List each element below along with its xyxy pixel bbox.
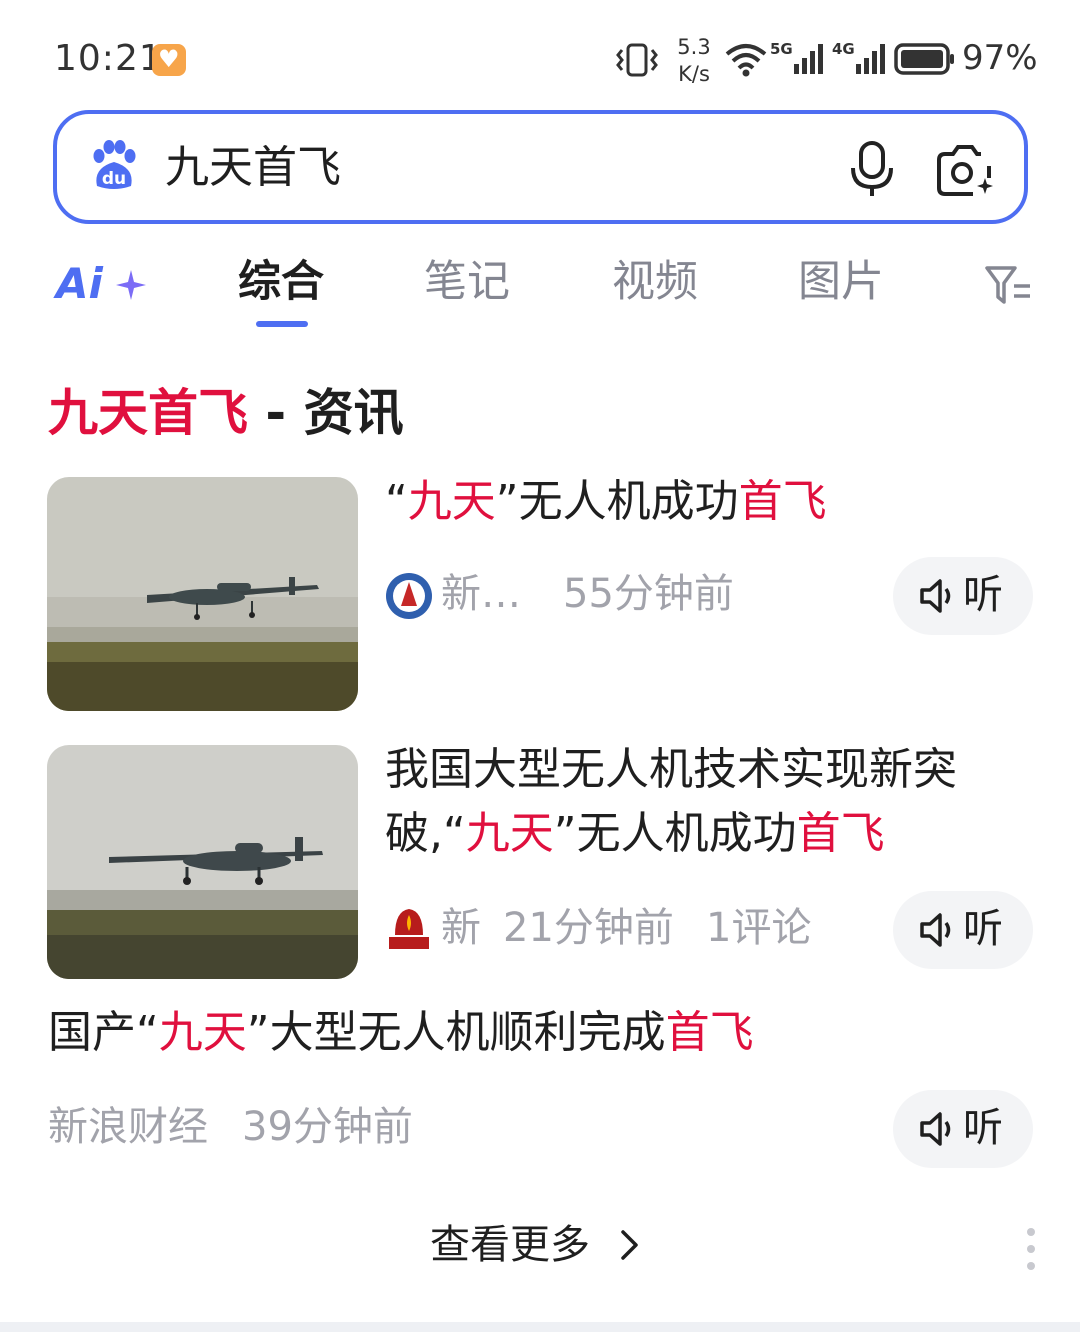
news-title[interactable]: 我国大型无人机技术实现新突 破,“九天”无人机成功首飞 (385, 738, 957, 866)
news-time: 39分钟前 (242, 1104, 413, 1150)
battery-icon (894, 43, 954, 75)
listen-label: 听 (963, 572, 1003, 618)
tab-notes[interactable]: 笔记 (424, 254, 510, 310)
tab-images[interactable]: 图片 (798, 254, 884, 310)
news-comment-count[interactable]: 1评论 (706, 903, 811, 953)
signal-5g-icon: 5G (770, 40, 826, 76)
camera-search-icon[interactable] (933, 142, 997, 198)
news-source: 新浪财经 (48, 1104, 208, 1150)
news-thumbnail[interactable] (47, 745, 358, 979)
tab-comprehensive[interactable]: 综合 (238, 254, 324, 310)
app-notification-icon (152, 44, 186, 76)
listen-label: 听 (963, 1105, 1003, 1151)
news-source: 新… (441, 571, 521, 617)
tab-videos[interactable]: 视频 (612, 254, 698, 310)
search-input[interactable]: 九天首飞 (165, 140, 341, 196)
section-title-suffix: - 资讯 (248, 384, 404, 442)
ai-tab-label: Ai (56, 259, 103, 308)
listen-button[interactable]: 听 (893, 557, 1033, 635)
status-time: 10:21 (54, 38, 163, 79)
speaker-icon (920, 579, 951, 613)
signal-4g-icon: 4G (832, 40, 888, 76)
search-tabs: Ai 综合 笔记 视频 图片 (0, 250, 1080, 330)
listen-label: 听 (963, 906, 1003, 952)
news-thumbnail[interactable] (47, 477, 358, 711)
news-source: 新 (441, 905, 481, 951)
network-speed: 5.3 K/s (677, 35, 711, 86)
chevron-right-icon[interactable] (618, 1226, 642, 1264)
listen-button[interactable]: 听 (893, 1090, 1033, 1168)
baidu-logo-text: du (102, 169, 126, 189)
listen-button[interactable]: 听 (893, 891, 1033, 969)
active-tab-indicator (256, 321, 308, 327)
see-more-link[interactable]: 查看更多 (430, 1218, 590, 1272)
section-title-keyword: 九天首飞 (48, 384, 248, 442)
vibrate-icon (616, 43, 658, 77)
news-time: 55分钟前 (563, 571, 734, 617)
bottom-divider (0, 1322, 1080, 1332)
battery-percent: 97% (962, 38, 1038, 78)
search-box[interactable]: du 九天首飞 (53, 110, 1028, 224)
speaker-icon (920, 913, 951, 947)
speaker-icon (920, 1112, 951, 1146)
source-logo (385, 572, 433, 620)
baidu-paw-logo: du (93, 140, 136, 189)
wifi-icon (725, 44, 767, 77)
more-options-icon[interactable] (1024, 1226, 1038, 1272)
sparkle-icon (116, 270, 146, 300)
news-section-title[interactable]: 九天首飞 - 资讯 (48, 382, 404, 444)
news-title[interactable]: 国产“九天”大型无人机顺利完成首飞 (48, 1001, 754, 1065)
filter-icon[interactable] (984, 264, 1032, 306)
status-bar: 10:21 5.3 K/s 5G 4G (0, 0, 1080, 100)
microphone-icon[interactable] (849, 140, 895, 198)
source-logo (385, 905, 433, 953)
news-time: 21分钟前 (503, 905, 674, 951)
ai-tab[interactable]: Ai (56, 258, 148, 308)
news-title[interactable]: “九天”无人机成功首飞 (385, 470, 827, 534)
